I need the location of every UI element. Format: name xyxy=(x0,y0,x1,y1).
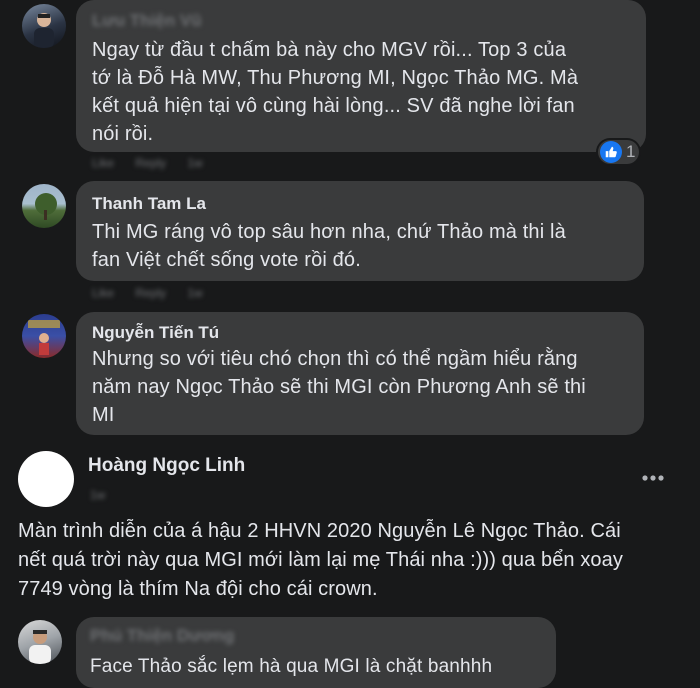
post-author-avatar[interactable] xyxy=(18,451,74,507)
stage-photo-icon xyxy=(28,320,60,355)
comment-3-author[interactable]: Nguyễn Tiến Tú xyxy=(92,322,628,344)
comment-3-bubble: Nguyễn Tiến Tú Nhưng so với tiêu chó chọ… xyxy=(76,312,644,435)
reaction-count: 1 xyxy=(626,142,636,161)
reply-text: Face Thảo sắc lẹm hà qua MGI là chặt ban… xyxy=(90,656,493,677)
tree-photo-icon xyxy=(35,193,57,220)
person-photo-icon xyxy=(34,13,54,48)
comment-2-actions[interactable]: Like Reply 1w xyxy=(92,286,203,300)
reply-bubble: Phú Thiện Dương Face Thảo sắc lẹm hà qua… xyxy=(76,617,556,688)
comment-2-author[interactable]: Thanh Tam La xyxy=(92,193,628,215)
comment-1-bubble: Lưu Thiện Vũ Ngay từ đầu t chấm bà này c… xyxy=(76,0,646,152)
more-options-icon[interactable] xyxy=(641,462,665,488)
like-icon xyxy=(600,141,622,163)
reply-author[interactable]: Phú Thiện Dương xyxy=(90,625,542,647)
comment-3-text: Nhưng so với tiêu chó chọn thì có thể ng… xyxy=(92,348,586,426)
post-timestamp[interactable]: 1w xyxy=(90,488,105,502)
post-text: Màn trình diễn của á hậu 2 HHVN 2020 Ngu… xyxy=(18,520,623,600)
comment-1-avatar[interactable] xyxy=(22,4,66,48)
person-photo-icon xyxy=(29,630,51,664)
reply-avatar[interactable] xyxy=(18,620,62,664)
post-author-name[interactable]: Hoàng Ngọc Linh xyxy=(88,455,245,477)
comment-1-reactions[interactable]: 1 xyxy=(598,140,640,164)
comment-2-bubble: Thanh Tam La Thi MG ráng vô top sâu hơn … xyxy=(76,181,644,281)
comment-2-text: Thi MG ráng vô top sâu hơn nha, chứ Thảo… xyxy=(92,221,566,271)
comment-3-avatar[interactable] xyxy=(22,314,66,358)
comment-1-actions[interactable]: Like Reply 1w xyxy=(92,156,203,170)
comment-1-author[interactable]: Lưu Thiện Vũ xyxy=(92,10,630,32)
comment-1-text: Ngay từ đầu t chấm bà này cho MGV rồi...… xyxy=(92,39,579,145)
comment-2-avatar[interactable] xyxy=(22,184,66,228)
